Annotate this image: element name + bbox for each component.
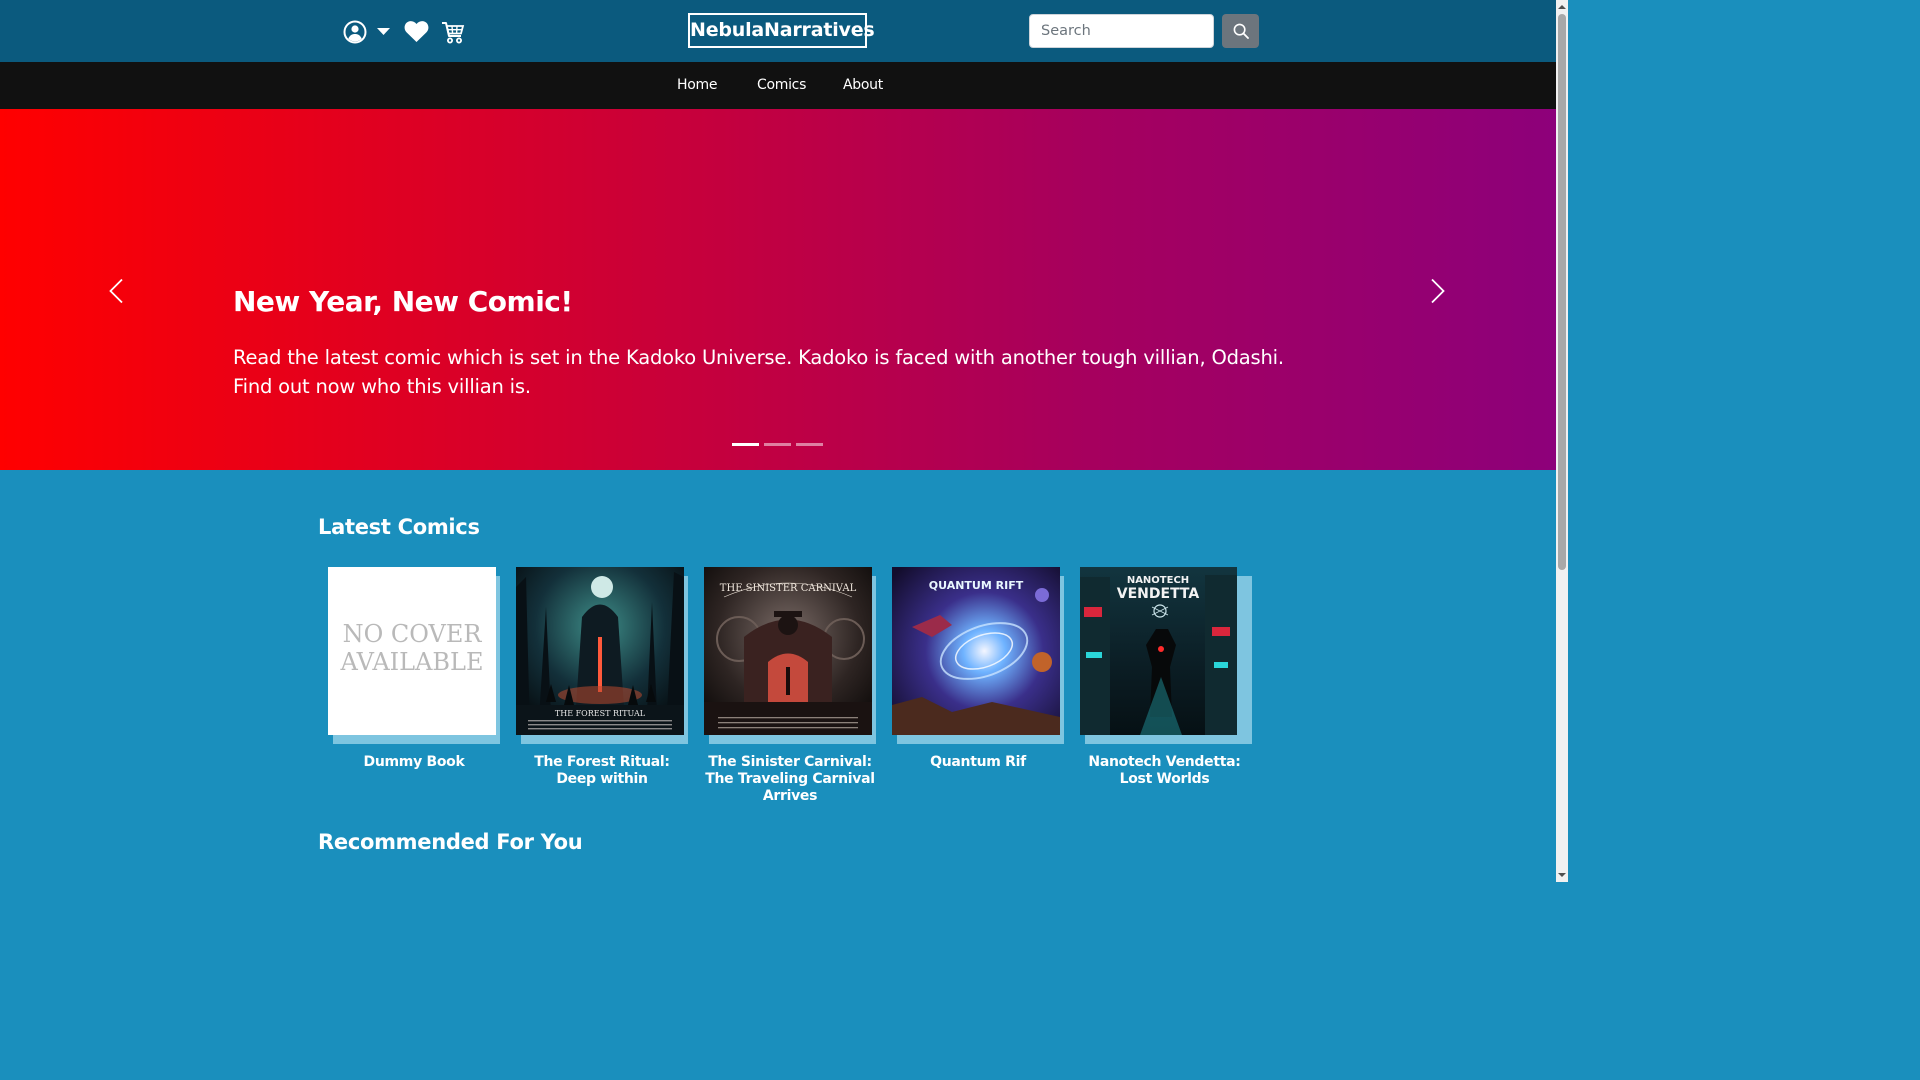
comic-title[interactable]: Quantum Rif (892, 754, 1064, 771)
carousel-next-icon[interactable] (1430, 278, 1446, 304)
scroll-down-arrow-icon[interactable] (1556, 869, 1568, 881)
no-cover-placeholder: NO COVER AVAILABLE (328, 567, 496, 735)
cart-icon[interactable] (441, 21, 465, 44)
carousel-heading: New Year, New Comic! (233, 285, 573, 318)
recommended-heading: Recommended For You (318, 830, 583, 854)
hero-carousel: New Year, New Comic! Read the latest com… (0, 109, 1556, 470)
svg-text:THE SINISTER CARNIVAL: THE SINISTER CARNIVAL (720, 583, 857, 594)
quantum-rift-art: QUANTUM RIFT (892, 567, 1060, 735)
comic-card[interactable]: NANOTECH VENDETTA Nanotech Vendetta: Los… (1080, 567, 1252, 812)
heart-icon[interactable] (404, 20, 429, 43)
main-nav: Home Comics About (0, 62, 1556, 109)
carousel-indicator-2[interactable] (764, 443, 791, 446)
comic-card[interactable]: QUANTUM RIFT Quantum Rif (892, 567, 1064, 812)
search-icon (1233, 23, 1249, 39)
search-input[interactable] (1029, 14, 1214, 48)
svg-text:VENDETTA: VENDETTA (1117, 586, 1200, 602)
comic-card[interactable]: NO COVER AVAILABLE Dummy Book (328, 567, 500, 812)
svg-text:NO COVER: NO COVER (343, 620, 483, 648)
svg-text:THE FOREST RITUAL: THE FOREST RITUAL (555, 709, 646, 718)
scrollbar-thumb[interactable] (1558, 14, 1566, 570)
forest-ritual-cover: THE FOREST RITUAL (516, 567, 684, 735)
comic-card[interactable]: THE SINISTER CARNIVAL The Sinister Carni… (704, 567, 876, 812)
carousel-indicator-3[interactable] (796, 443, 823, 446)
search-button[interactable] (1222, 14, 1259, 48)
no-cover-image: NO COVER AVAILABLE (339, 620, 483, 676)
carousel-indicator-1[interactable] (732, 443, 759, 446)
nanotech-vendetta-art: NANOTECH VENDETTA (1080, 567, 1237, 735)
svg-text:NANOTECH: NANOTECH (1127, 575, 1189, 586)
scroll-up-arrow-icon[interactable] (1556, 1, 1568, 13)
carousel-prev-icon[interactable] (108, 278, 124, 304)
sinister-carnival-cover: THE SINISTER CARNIVAL (704, 567, 872, 735)
top-header: NebulaNarratives (0, 0, 1556, 62)
comic-title[interactable]: Dummy Book (328, 754, 500, 771)
comic-title[interactable]: The Forest Ritual: Deep within (516, 754, 688, 788)
comic-cover[interactable]: QUANTUM RIFT (892, 567, 1064, 744)
quantum-rift-cover: QUANTUM RIFT (892, 567, 1060, 735)
nav-home[interactable]: Home (677, 62, 717, 109)
carousel-caption: Read the latest comic which is set in th… (233, 346, 1284, 398)
comic-card[interactable]: THE FOREST RITUAL The Forest Ritual: Dee… (516, 567, 688, 812)
nav-comics[interactable]: Comics (757, 62, 806, 109)
nav-about[interactable]: About (843, 62, 883, 109)
comic-cover[interactable]: THE FOREST RITUAL (516, 567, 688, 744)
svg-text:QUANTUM RIFT: QUANTUM RIFT (929, 579, 1024, 592)
nanotech-vendetta-cover: NANOTECH VENDETTA (1080, 567, 1237, 735)
comic-cover[interactable]: THE SINISTER CARNIVAL (704, 567, 876, 744)
svg-text:AVAILABLE: AVAILABLE (339, 648, 483, 676)
sinister-carnival-art: THE SINISTER CARNIVAL (704, 567, 872, 735)
latest-comics-heading: Latest Comics (318, 515, 480, 539)
user-icon[interactable] (343, 20, 367, 44)
comic-title[interactable]: The Sinister Carnival: The Traveling Car… (704, 754, 876, 805)
comic-cover[interactable]: NO COVER AVAILABLE (328, 567, 500, 744)
caret-down-icon[interactable] (377, 27, 390, 36)
comic-cover[interactable]: NANOTECH VENDETTA (1080, 567, 1252, 744)
forest-ritual-art: THE FOREST RITUAL (516, 567, 684, 735)
brand-logo[interactable]: NebulaNarratives (688, 13, 875, 48)
vertical-scrollbar[interactable] (1556, 0, 1568, 882)
comic-title[interactable]: Nanotech Vendetta: Lost Worlds (1080, 754, 1249, 788)
